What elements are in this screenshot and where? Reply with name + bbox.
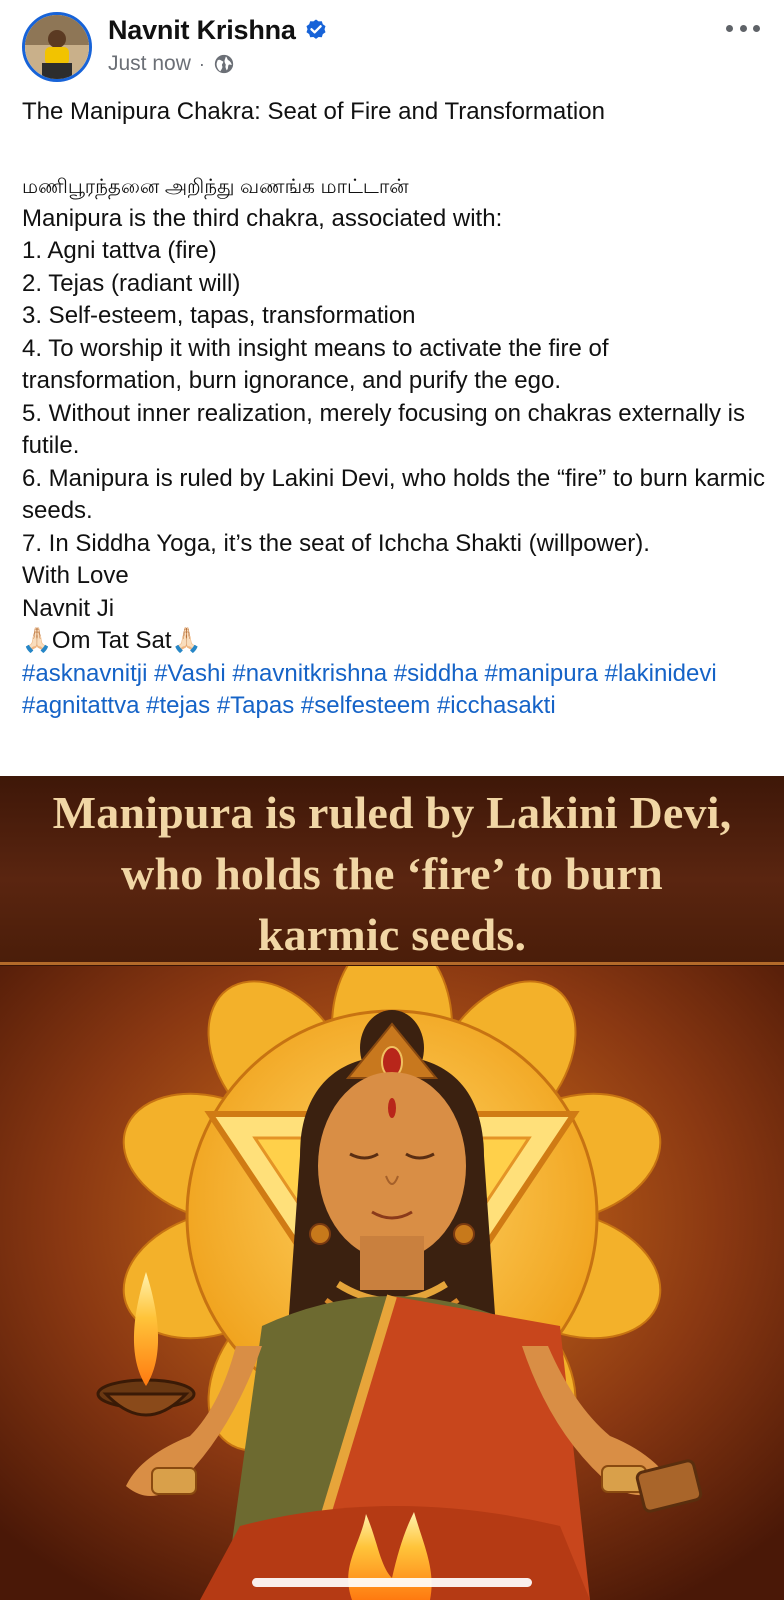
hashtag-link[interactable]: #lakinidevi [605,660,717,687]
body-line-7: 7. In Siddha Yoga, it’s the seat of Ichc… [22,529,650,557]
body-line-1: 1. Agni tattva (fire) [22,237,217,264]
body-line-5: 5. Without inner realization, merely foc… [22,399,745,460]
post-text: The Manipura Chakra: Seat of Fire and Tr… [22,96,767,723]
author-avatar[interactable] [22,12,92,82]
hashtag-link[interactable]: #selfesteem [301,692,430,719]
image-caption-line: karmic seeds. [257,909,527,960]
body-line-6: 6. Manipura is ruled by Lakini Devi, who… [22,464,765,525]
post-timestamp[interactable]: Just now [108,52,191,76]
hashtag-list: #asknavnitji #Vashi #navnitkrishna #sidd… [22,658,767,723]
avatar-photo [25,15,89,79]
post-image[interactable]: Manipura is ruled by Lakini Devi, who ho… [0,776,784,1600]
hashtag-link[interactable]: #navnitkrishna [232,660,387,687]
hashtag-link[interactable]: #agnitattva [22,692,139,719]
body-line-intro: Manipura is the third chakra, associated… [22,204,503,232]
author-name[interactable]: Navnit Krishna [108,15,296,46]
tamil-verse: மணிபூரந்தனை அறிந்து வணங்க மாட்டான் [22,175,409,198]
post-meta: Just now · [108,50,235,78]
hashtag-link[interactable]: #tejas [146,692,210,719]
hashtag-link[interactable]: #icchasakti [437,692,556,719]
image-caption: Manipura is ruled by Lakini Devi, who ho… [20,782,764,965]
hashtag-link[interactable]: #Tapas [217,692,294,719]
lakini-devi-illustration [0,966,784,1600]
more-dot [753,24,760,32]
image-caption-line: who holds the ‘fire’ to burn [121,848,663,899]
hashtag-link[interactable]: #Vashi [154,660,226,687]
more-dot [739,24,747,32]
home-indicator[interactable] [252,1578,532,1587]
sign-off: With Love [22,562,129,589]
banner-divider [0,962,784,965]
hashtag-link[interactable]: #manipura [485,660,598,687]
verified-badge-icon [306,19,326,39]
body-line-4: 4. To worship it with insight means to a… [22,334,609,395]
closing-mantra: 🙏🏻Om Tat Sat🙏🏻 [22,627,202,654]
globe-icon[interactable] [213,53,235,75]
body-line-3: 3. Self-esteem, tapas, transformation [22,302,416,329]
image-caption-banner: Manipura is ruled by Lakini Devi, who ho… [0,776,784,964]
post-header: Navnit Krishna Just now · [0,0,784,96]
signature: Navnit Ji [22,594,115,622]
hashtag-link[interactable]: #asknavnitji [22,660,147,687]
meta-separator: · [198,53,205,74]
post-title: The Manipura Chakra: Seat of Fire and Tr… [22,98,605,125]
more-dot [726,24,733,32]
image-caption-line: Manipura is ruled by Lakini Devi, [52,787,732,838]
more-options-icon[interactable] [726,18,760,38]
body-line-2: 2. Tejas (radiant will) [22,269,241,297]
hashtag-link[interactable]: #siddha [394,660,478,687]
